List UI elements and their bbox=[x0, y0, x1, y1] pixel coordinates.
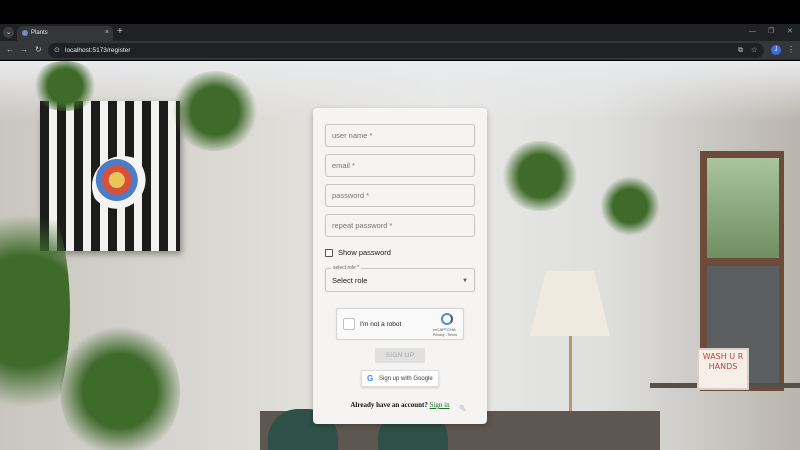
repeat-password-placeholder: repeat password * bbox=[332, 221, 393, 230]
tab-plants[interactable]: Plants × bbox=[17, 26, 113, 41]
new-tab-button[interactable]: + bbox=[117, 26, 123, 38]
mouse-cursor-icon: ↖ bbox=[459, 403, 467, 413]
browser-toolbar: ← → ↻ ⊙ localhost:5173/register ⧉ ☆ J ⋮ bbox=[0, 41, 800, 60]
hanging-plant bbox=[600, 176, 660, 236]
role-select-value[interactable]: Select role bbox=[332, 276, 367, 286]
minimize-icon[interactable]: — bbox=[749, 26, 756, 38]
show-password-checkbox[interactable] bbox=[325, 249, 333, 257]
signup-button[interactable]: SIGN UP bbox=[375, 348, 425, 363]
account-question: Already have an account? bbox=[350, 401, 428, 409]
tab-favicon-icon bbox=[22, 30, 28, 36]
window-glass bbox=[707, 158, 779, 258]
role-select-label: select role * bbox=[331, 265, 362, 272]
register-card: user name * email * password * repeat pa… bbox=[313, 108, 487, 424]
recaptcha-checkbox[interactable] bbox=[343, 318, 355, 330]
url-text[interactable]: localhost:5173/register bbox=[65, 45, 130, 56]
tab-title: Plants bbox=[31, 30, 48, 36]
signin-link[interactable]: Sign in bbox=[430, 401, 450, 409]
email-field[interactable]: email * bbox=[325, 154, 475, 177]
dropdown-arrow-icon[interactable]: ▼ bbox=[462, 276, 468, 286]
recaptcha-widget: I'm not a robot reCAPTCHA Privacy - Term… bbox=[336, 308, 464, 340]
bookmark-star-icon[interactable]: ☆ bbox=[751, 45, 757, 56]
recaptcha-logo-icon bbox=[441, 313, 453, 325]
password-placeholder: password * bbox=[332, 191, 370, 200]
screen-top-bar bbox=[0, 0, 800, 24]
hanging-plant bbox=[500, 141, 580, 211]
repeat-password-field[interactable]: repeat password * bbox=[325, 214, 475, 237]
google-signup-label: Sign up with Google bbox=[379, 376, 433, 382]
username-field[interactable]: user name * bbox=[325, 124, 475, 147]
profile-icon[interactable]: J bbox=[771, 45, 781, 55]
forward-icon[interactable]: → bbox=[20, 44, 28, 56]
lamp-shade bbox=[530, 271, 610, 336]
hanging-plant bbox=[170, 71, 260, 151]
show-password-label[interactable]: Show password bbox=[338, 248, 391, 258]
google-signup-button[interactable]: G Sign up with Google bbox=[361, 370, 439, 387]
potted-plant bbox=[60, 321, 180, 450]
translate-icon[interactable]: ⧉ bbox=[738, 45, 743, 56]
username-placeholder: user name * bbox=[332, 131, 373, 140]
close-window-icon[interactable]: ✕ bbox=[787, 26, 793, 38]
tab-search-icon[interactable]: ⌄ bbox=[3, 27, 14, 38]
tab-close-icon[interactable]: × bbox=[105, 28, 109, 38]
site-info-icon[interactable]: ⊙ bbox=[54, 45, 60, 56]
reload-icon[interactable]: ↻ bbox=[35, 44, 42, 56]
recaptcha-privacy-terms[interactable]: Privacy - Terms bbox=[433, 333, 457, 338]
restore-icon[interactable]: ❐ bbox=[768, 26, 774, 38]
tab-strip: ⌄ Plants × + — ❐ ✕ bbox=[0, 24, 800, 41]
wash-hands-sign: WASH U R HANDS bbox=[697, 348, 749, 390]
menu-icon[interactable]: ⋮ bbox=[787, 44, 795, 56]
address-bar[interactable]: ⊙ localhost:5173/register ⧉ ☆ bbox=[48, 43, 764, 58]
google-icon: G bbox=[367, 374, 374, 383]
recaptcha-label: I'm not a robot bbox=[360, 321, 402, 328]
email-placeholder: email * bbox=[332, 161, 355, 170]
painting-artwork bbox=[92, 156, 154, 216]
role-select[interactable]: select role * Select role ▼ bbox=[325, 265, 475, 292]
password-field[interactable]: password * bbox=[325, 184, 475, 207]
back-icon[interactable]: ← bbox=[6, 44, 14, 56]
hanging-plant bbox=[30, 61, 100, 111]
recaptcha-brand: reCAPTCHA bbox=[433, 327, 456, 332]
